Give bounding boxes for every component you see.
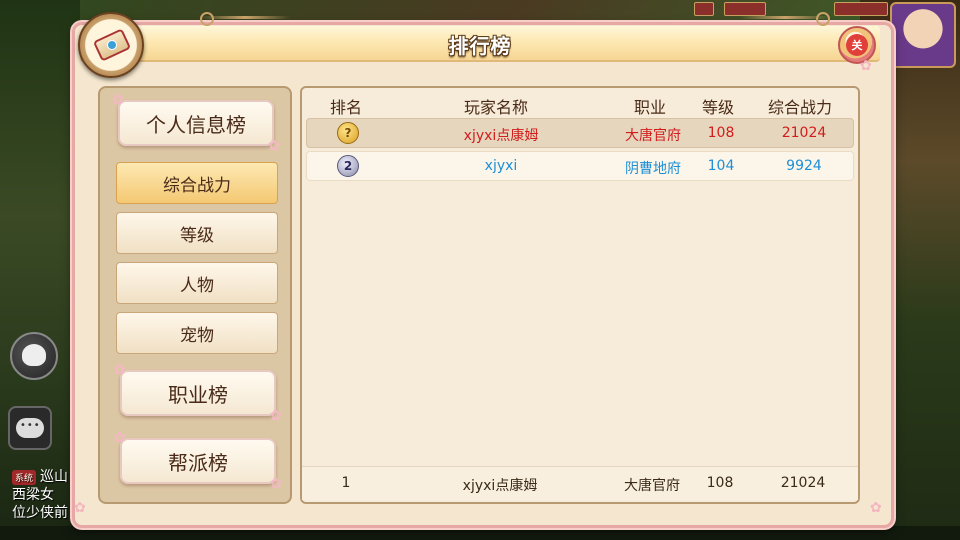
header-rank: 排名 <box>330 98 363 117</box>
player-job: 大唐官府 <box>625 128 681 144</box>
player-level: 108 <box>707 125 735 141</box>
close-icon: 关 <box>846 34 868 56</box>
table-row[interactable]: ? xjyxi点康姆 大唐官府 108 21024 <box>306 118 854 148</box>
chat-icon <box>16 418 44 438</box>
petal-decoration: ✿ <box>870 500 882 516</box>
title-ornament-left <box>200 12 290 26</box>
gold-medal-icon: ? <box>337 122 359 144</box>
self-player-name: xjyxi点康姆 <box>462 478 538 494</box>
title-bar: 排行榜 <box>80 26 880 62</box>
header-level: 等级 <box>702 98 735 117</box>
sub-tab-character[interactable]: 人物 <box>116 262 278 304</box>
player-avatar[interactable] <box>890 2 956 68</box>
system-message: 系统 巡山 <box>12 466 68 486</box>
player-power: 21024 <box>781 125 827 141</box>
sub-tab-level[interactable]: 等级 <box>116 212 278 254</box>
game-bottom-bar <box>0 526 960 540</box>
system-message-line2: 西梁女 <box>12 487 54 503</box>
header-job: 职业 <box>634 98 667 117</box>
header-player: 玩家名称 <box>464 98 529 117</box>
self-rank: 1 <box>341 475 351 491</box>
tab-job-ranking[interactable]: 职业榜 <box>114 362 282 424</box>
tab-personal-info[interactable]: 个人信息榜 <box>112 92 280 154</box>
self-rank-row: 1 xjyxi点康姆 大唐官府 108 21024 <box>302 466 858 500</box>
sub-tab-pet[interactable]: 宠物 <box>116 312 278 354</box>
header-power: 综合战力 <box>768 98 833 117</box>
silver-medal-icon: 2 <box>337 155 359 177</box>
chat-button[interactable] <box>8 406 52 450</box>
table-header: 排名 玩家名称 职业 等级 综合战力 <box>302 90 858 118</box>
ranking-table <box>300 86 860 504</box>
player-name: xjyxi点康姆 <box>463 128 539 144</box>
game-scene-left <box>0 0 80 540</box>
player-name: xjyxi <box>484 158 518 174</box>
ghost-icon[interactable] <box>10 332 58 380</box>
player-level: 104 <box>707 158 735 174</box>
player-power: 9924 <box>786 158 822 174</box>
page-title: 排行榜 <box>448 34 512 58</box>
sub-tab-combined-power[interactable]: 综合战力 <box>116 162 278 204</box>
self-level: 108 <box>706 475 734 491</box>
system-tag: 系统 <box>12 469 37 485</box>
petal-decoration: ✿ <box>74 500 86 516</box>
title-ornament-right <box>740 12 830 26</box>
scroll-icon <box>78 12 144 78</box>
table-row[interactable]: 2 xjyxi 阴曹地府 104 9924 <box>306 151 854 181</box>
petal-decoration: ✿ <box>860 58 872 74</box>
self-job: 大唐官府 <box>624 478 680 494</box>
system-message-line3: 位少侠前 <box>12 505 68 521</box>
tab-guild-ranking[interactable]: 帮派榜 <box>114 430 282 492</box>
player-job: 阴曹地府 <box>625 161 681 177</box>
self-power: 21024 <box>780 475 826 491</box>
